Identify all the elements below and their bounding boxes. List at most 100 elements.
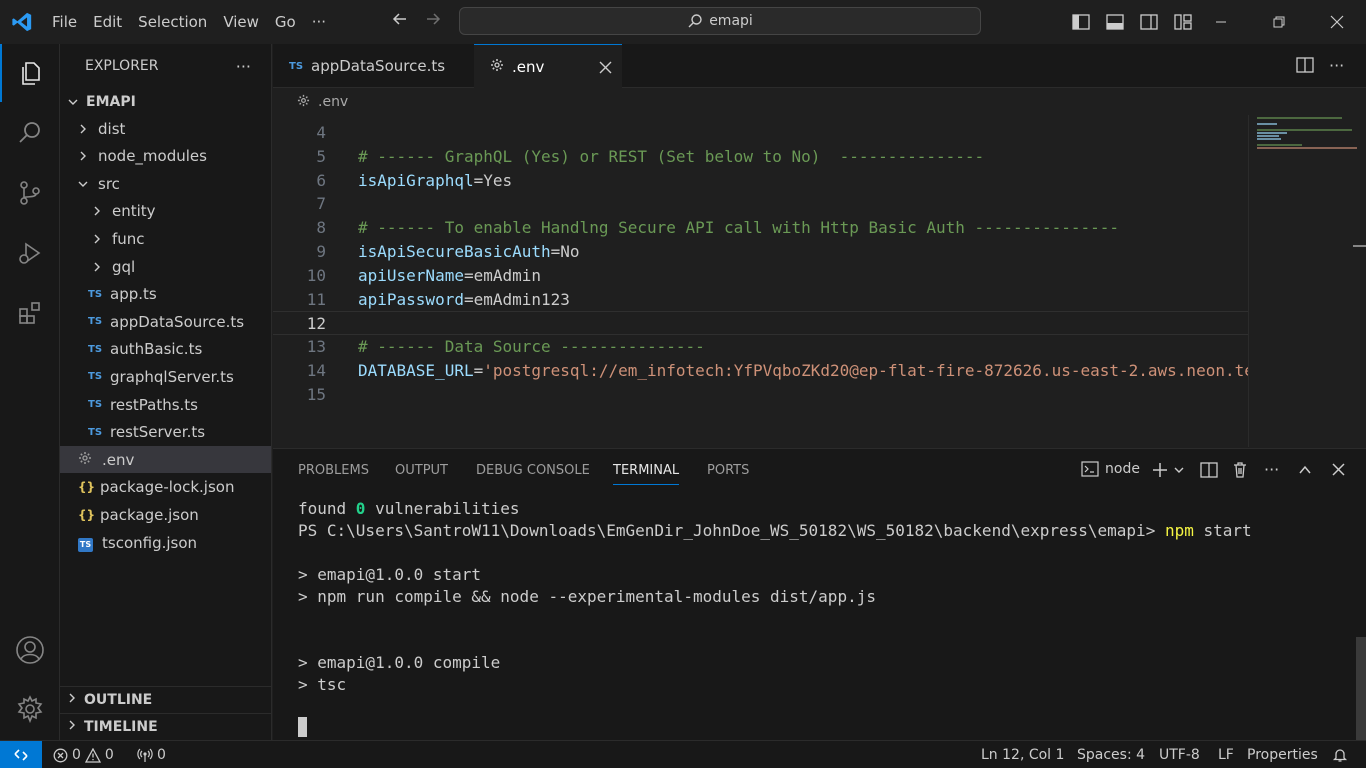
- tree-item[interactable]: TS appDataSource.ts: [60, 308, 271, 335]
- line-number: 13: [306, 337, 326, 357]
- minimap[interactable]: [1248, 115, 1366, 447]
- explorer-icon[interactable]: [0, 44, 60, 102]
- menu-edit[interactable]: Edit: [85, 0, 130, 44]
- warning-count: 0: [104, 747, 114, 763]
- line-text: isApiGraphql=Yes: [358, 170, 513, 190]
- ts-file-icon: TS: [88, 316, 103, 328]
- tab-appdatasource[interactable]: TS appDataSource.ts: [273, 44, 473, 88]
- terminal-line: found 0 vulnerabilities: [298, 499, 520, 518]
- line-number: 9: [316, 242, 326, 261]
- editor-more-button[interactable]: ···: [1329, 56, 1344, 75]
- close-panel-icon[interactable]: [1332, 463, 1345, 480]
- tree-item[interactable]: node_modules: [60, 143, 271, 170]
- menu-selection[interactable]: Selection: [130, 0, 215, 44]
- ports-count: 0: [157, 747, 166, 763]
- outline-label: OUTLINE: [84, 692, 153, 708]
- search-view-icon[interactable]: [0, 104, 60, 162]
- tree-item[interactable]: dist: [60, 115, 271, 142]
- panel-more-button[interactable]: ···: [1264, 460, 1279, 479]
- command-center-search[interactable]: emapi: [459, 7, 981, 35]
- ts-file-icon: TS: [88, 288, 103, 300]
- code-editor[interactable]: 4 5 # ------ GraphQL (Yes) or REST (Set be…: [273, 115, 1248, 447]
- tree-item[interactable]: {} package.json: [60, 501, 271, 528]
- tree-item[interactable]: TS graphqlServer.ts: [60, 363, 271, 390]
- tree-item[interactable]: {} package-lock.json: [60, 474, 271, 501]
- chevron-right-icon: [76, 150, 90, 162]
- panel-tab-output[interactable]: OUTPUT: [395, 463, 448, 485]
- tree-item[interactable]: TS app.ts: [60, 281, 271, 308]
- terminal-selector[interactable]: node: [1081, 461, 1140, 477]
- tree-item[interactable]: func: [60, 225, 271, 252]
- menu-view[interactable]: View: [215, 0, 267, 44]
- tree-item[interactable]: gql: [60, 253, 271, 280]
- terminal-line: > emapi@1.0.0 compile: [298, 653, 501, 672]
- code-line: 4: [273, 121, 1248, 145]
- terminal-name: node: [1105, 461, 1140, 477]
- error-count: 0: [72, 747, 81, 763]
- trash-icon[interactable]: [1232, 461, 1248, 483]
- terminal-line: > npm run compile && node --experimental…: [298, 587, 876, 606]
- split-editor-icon[interactable]: [1296, 57, 1314, 77]
- terminal-line: PS C:\Users\SantroW11\Downloads\EmGenDir…: [298, 521, 1252, 540]
- ports-status[interactable]: 0: [137, 741, 166, 768]
- chevron-down-icon[interactable]: [1173, 464, 1185, 480]
- panel-tab-debug-console[interactable]: DEBUG CONSOLE: [476, 463, 590, 485]
- tab-env[interactable]: .env: [474, 44, 622, 88]
- problems-status[interactable]: 0 0: [53, 741, 114, 768]
- notifications-bell-icon[interactable]: [1332, 741, 1348, 768]
- eol-status[interactable]: LF: [1218, 741, 1234, 768]
- line-number: 7: [316, 194, 326, 214]
- tree-item[interactable]: TS tsconfig.json: [60, 529, 271, 556]
- timeline-section[interactable]: TIMELINE: [60, 713, 271, 740]
- minimize-icon[interactable]: [1192, 0, 1250, 44]
- menu-more[interactable]: ···: [304, 0, 334, 44]
- breadcrumb-file[interactable]: .env: [318, 94, 348, 110]
- panel-tab-ports[interactable]: PORTS: [707, 463, 749, 485]
- explorer-more-button[interactable]: ···: [236, 57, 251, 76]
- cursor-position[interactable]: Ln 12, Col 1: [981, 741, 1064, 768]
- toggle-primary-sidebar-icon[interactable]: [1064, 0, 1098, 44]
- vscode-logo-icon: [0, 0, 44, 44]
- tree-item[interactable]: src: [60, 170, 271, 197]
- close-tab-icon[interactable]: [599, 60, 612, 78]
- tree-item[interactable]: TS restServer.ts: [60, 419, 271, 446]
- terminal-scrollbar[interactable]: [1356, 637, 1366, 741]
- line-number: 10: [306, 265, 326, 285]
- line-text: # ------ To enable Handlng Secure API ca…: [358, 218, 1119, 238]
- outline-section[interactable]: OUTLINE: [60, 686, 271, 713]
- restore-icon[interactable]: [1250, 0, 1308, 44]
- tree-item[interactable]: entity: [60, 198, 271, 225]
- language-mode[interactable]: Properties: [1247, 741, 1318, 768]
- toggle-panel-icon[interactable]: [1098, 0, 1132, 44]
- toggle-secondary-sidebar-icon[interactable]: [1132, 0, 1166, 44]
- indentation-status[interactable]: Spaces: 4: [1077, 741, 1145, 768]
- panel-tab-problems[interactable]: PROBLEMS: [298, 463, 369, 485]
- remote-indicator-icon[interactable]: [0, 740, 42, 768]
- tree-item-label: package.json: [100, 505, 199, 524]
- tree-item[interactable]: .env: [60, 446, 271, 474]
- accounts-icon[interactable]: [0, 621, 60, 679]
- json-file-icon: {}: [78, 480, 96, 495]
- menu-go[interactable]: Go: [267, 0, 304, 44]
- maximize-panel-chevron-up-icon[interactable]: [1298, 463, 1312, 481]
- tree-item-label: gql: [112, 257, 136, 276]
- back-arrow-icon[interactable]: [383, 10, 417, 33]
- panel-tab-terminal[interactable]: TERMINAL: [613, 463, 680, 485]
- new-terminal-plus-icon[interactable]: [1151, 461, 1169, 483]
- tree-root-emapi[interactable]: EMAPI: [60, 88, 271, 115]
- terminal-cursor: [298, 717, 307, 737]
- breadcrumb: .env: [273, 89, 1366, 115]
- split-terminal-icon[interactable]: [1200, 462, 1218, 482]
- tree-item[interactable]: TS restPaths.ts: [60, 391, 271, 418]
- encoding-status[interactable]: UTF-8: [1159, 741, 1200, 768]
- line-text: # ------ GraphQL (Yes) or REST (Set belo…: [358, 146, 985, 166]
- forward-arrow-icon[interactable]: [416, 10, 450, 33]
- source-control-icon[interactable]: [0, 164, 60, 222]
- menu-file[interactable]: File: [44, 0, 85, 44]
- extensions-icon[interactable]: [0, 284, 60, 342]
- close-window-icon[interactable]: [1308, 0, 1366, 44]
- manage-gear-icon[interactable]: [0, 680, 60, 738]
- tree-item[interactable]: TS authBasic.ts: [60, 336, 271, 363]
- run-debug-icon[interactable]: [0, 224, 60, 282]
- tree-item-label: restPaths.ts: [110, 395, 198, 414]
